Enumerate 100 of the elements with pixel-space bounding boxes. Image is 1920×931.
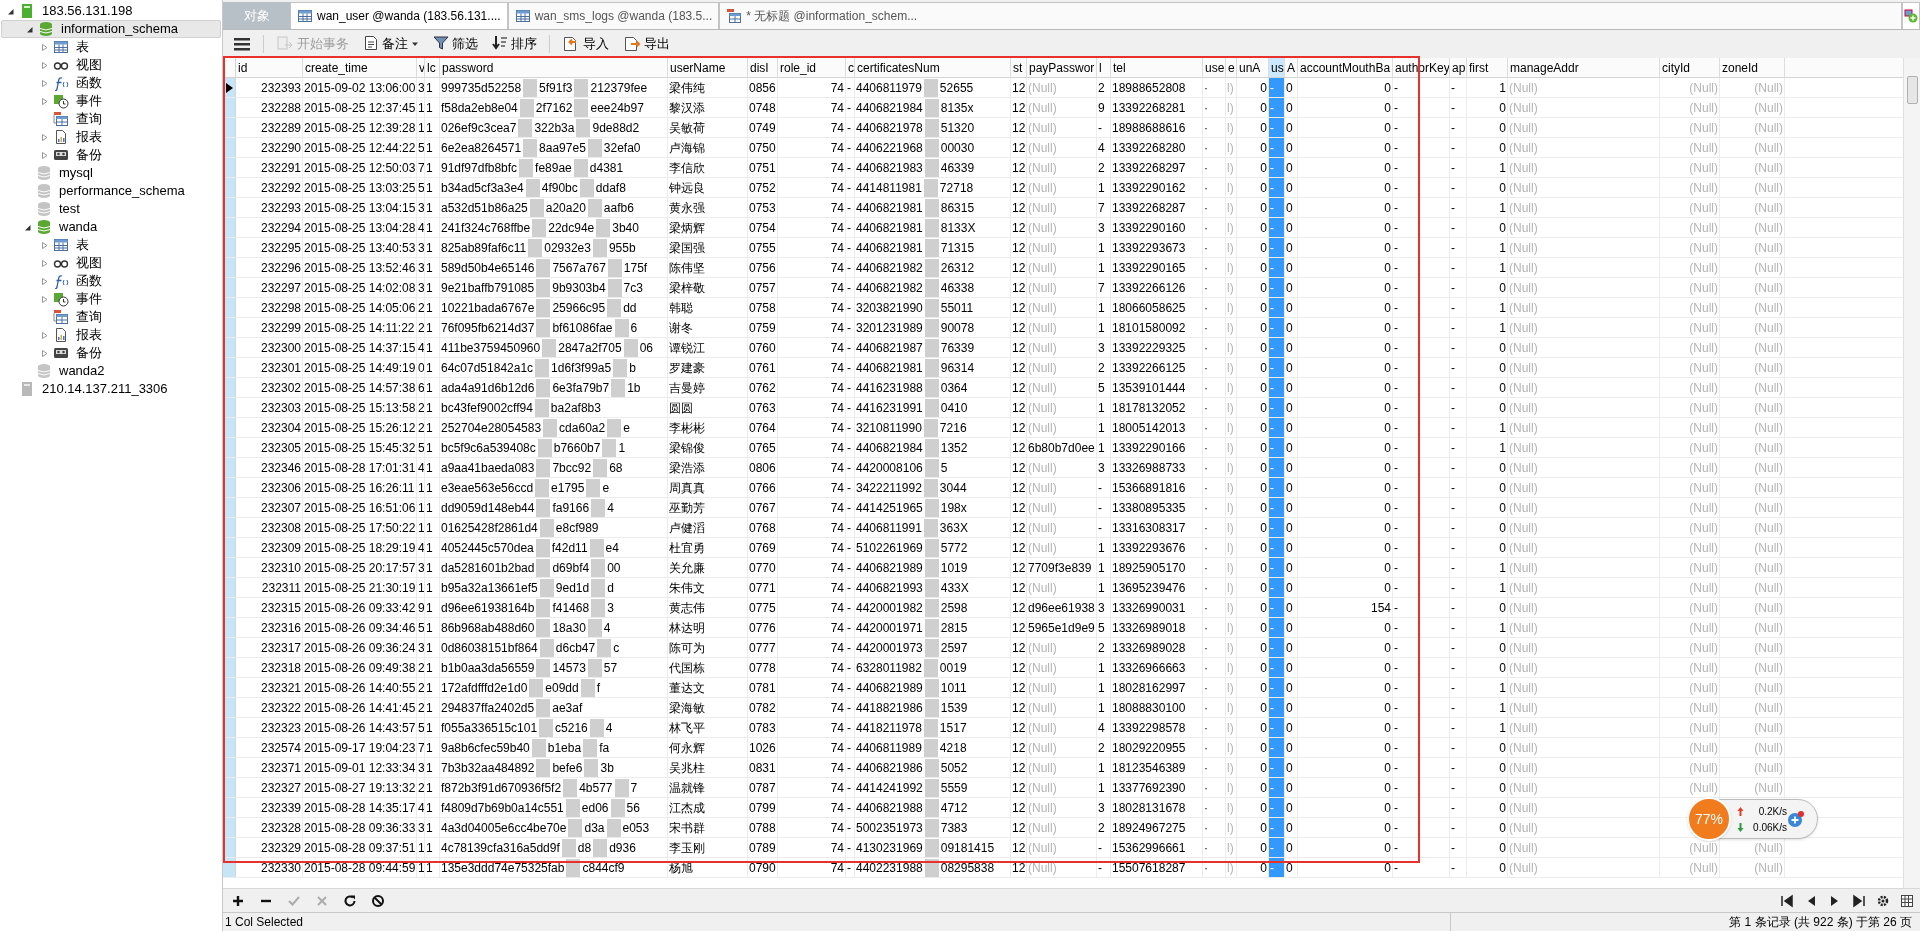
stop-icon[interactable] — [371, 893, 385, 908]
collapsed-arrow-icon[interactable] — [40, 60, 49, 70]
column-header[interactable]: id — [236, 58, 303, 77]
tree-item[interactable]: 报表 — [0, 326, 222, 344]
collapsed-arrow-icon[interactable] — [40, 240, 49, 250]
collapsed-arrow-icon[interactable] — [40, 258, 49, 268]
tree-item[interactable]: 查询 — [0, 110, 222, 128]
toolbar-button[interactable]: 筛选 — [431, 33, 480, 55]
refresh-icon[interactable] — [343, 893, 357, 908]
scrollbar-thumb[interactable] — [1906, 76, 1918, 104]
column-header[interactable]: payPasswor — [1027, 58, 1097, 77]
tree-item[interactable]: 报表 — [0, 128, 222, 146]
column-header[interactable]: A — [1285, 58, 1298, 77]
collapsed-arrow-icon[interactable] — [40, 276, 49, 286]
column-header[interactable]: ap — [1450, 58, 1467, 77]
tree-item[interactable]: 表 — [0, 38, 222, 56]
column-header[interactable]: manageAddr — [1508, 58, 1660, 77]
table-cell: 卢健滔 — [668, 518, 748, 537]
table-cell: (Null) — [1660, 118, 1720, 137]
redaction-mark — [607, 258, 622, 277]
column-header[interactable]: zoneId — [1720, 58, 1785, 77]
column-header[interactable]: disI — [748, 58, 778, 77]
table-cell: 13392268281 — [1111, 98, 1203, 117]
column-header[interactable]: create_time — [303, 58, 417, 77]
settings-icon[interactable] — [1876, 893, 1890, 908]
tree-item[interactable]: performance_schema — [0, 182, 222, 200]
column-header[interactable]: l — [1097, 58, 1111, 77]
tree-item[interactable]: wanda2 — [0, 362, 222, 380]
table-cell: - — [1450, 278, 1467, 297]
table-cell: 2015-08-25 13:52:46 — [303, 258, 417, 277]
table-cell: - — [1393, 278, 1450, 297]
toolbar-button[interactable]: 导出 — [621, 33, 672, 55]
collapsed-arrow-icon[interactable] — [40, 150, 49, 160]
cell-text: 3203821990 — [856, 299, 923, 317]
table-cell: 0 — [1298, 98, 1393, 117]
tree-item[interactable]: wanda — [0, 218, 222, 236]
table-cell: (Null) — [1720, 238, 1785, 257]
query-icon — [53, 309, 69, 325]
column-header[interactable]: password — [440, 58, 668, 77]
column-header[interactable]: tel — [1111, 58, 1203, 77]
tree-item[interactable]: mysql — [0, 164, 222, 182]
cell-text: 7216 — [939, 419, 967, 437]
collapsed-arrow-icon[interactable] — [40, 132, 49, 142]
column-header[interactable]: certificatesNum — [855, 58, 1011, 77]
tree-item[interactable]: 备份 — [0, 146, 222, 164]
tree-item[interactable]: information_schema — [1, 20, 221, 38]
redaction-mark — [528, 238, 543, 257]
column-header[interactable]: use — [1203, 58, 1226, 77]
toolbar-button[interactable]: 导入 — [560, 33, 611, 55]
tree-item[interactable]: 事件 — [0, 290, 222, 308]
tree-item[interactable]: 183.56.131.198 — [0, 2, 222, 20]
vertical-scrollbar[interactable] — [1903, 58, 1920, 888]
collapsed-arrow-icon[interactable] — [40, 96, 49, 106]
expanded-arrow-icon[interactable] — [25, 24, 34, 34]
table-cell: (Null) — [1720, 338, 1785, 357]
plus-icon[interactable] — [231, 893, 245, 908]
tab[interactable]: wan_user @wanda (183.56.131.... — [290, 2, 508, 29]
toolbar-button[interactable]: 备注 — [361, 33, 421, 55]
tree-item[interactable]: 函数 — [0, 74, 222, 92]
toolbar-button[interactable]: 排序 — [490, 33, 539, 55]
column-header[interactable]: accountMouthBa — [1298, 58, 1393, 77]
collapsed-arrow-icon[interactable] — [40, 348, 49, 358]
tree-item[interactable]: 210.14.137.211_3306 — [0, 380, 222, 398]
tree-item[interactable]: 备份 — [0, 344, 222, 362]
tab[interactable]: * 无标题 @information_schem... — [719, 2, 1902, 29]
table-cell: 1 — [425, 318, 440, 337]
first-page-icon[interactable] — [1780, 893, 1794, 908]
column-header[interactable]: lc — [425, 58, 440, 77]
column-header[interactable]: role_id — [778, 58, 846, 77]
collapsed-arrow-icon[interactable] — [40, 78, 49, 88]
cell-text: 2847a2f705 — [558, 339, 622, 357]
database-icon — [36, 183, 52, 199]
add-tab-icon[interactable] — [1904, 9, 1918, 23]
collapsed-arrow-icon[interactable] — [40, 294, 49, 304]
expanded-arrow-icon[interactable] — [6, 6, 15, 16]
column-header[interactable]: userName — [668, 58, 748, 77]
table-cell: 梁浩添 — [668, 458, 748, 477]
column-header[interactable]: st — [1011, 58, 1027, 77]
expanded-arrow-icon[interactable] — [23, 222, 32, 232]
tree-item[interactable]: test — [0, 200, 222, 218]
collapsed-arrow-icon[interactable] — [40, 330, 49, 340]
column-header[interactable]: c — [846, 58, 855, 77]
column-header[interactable]: e — [1226, 58, 1237, 77]
column-header[interactable]: us — [1269, 58, 1285, 77]
last-page-icon[interactable] — [1852, 893, 1866, 908]
table-cell: · — [1203, 458, 1226, 477]
tree-item[interactable]: 查询 — [0, 308, 222, 326]
column-header[interactable]: first — [1467, 58, 1508, 77]
table-cell: 0799 — [748, 798, 778, 817]
grid-view-icon[interactable] — [1900, 893, 1914, 908]
tab[interactable]: wan_sms_logs @wanda (183.5... — [507, 2, 720, 29]
tree-item[interactable]: 视图 — [0, 254, 222, 272]
tree-item[interactable]: 表 — [0, 236, 222, 254]
tree-item[interactable]: 函数 — [0, 272, 222, 290]
tree-item[interactable]: 事件 — [0, 92, 222, 110]
tree-item[interactable]: 视图 — [0, 56, 222, 74]
collapsed-arrow-icon[interactable] — [40, 42, 49, 52]
column-header[interactable]: cityId — [1660, 58, 1720, 77]
table-cell: 0 — [1285, 518, 1298, 537]
redaction-mark — [924, 198, 939, 217]
